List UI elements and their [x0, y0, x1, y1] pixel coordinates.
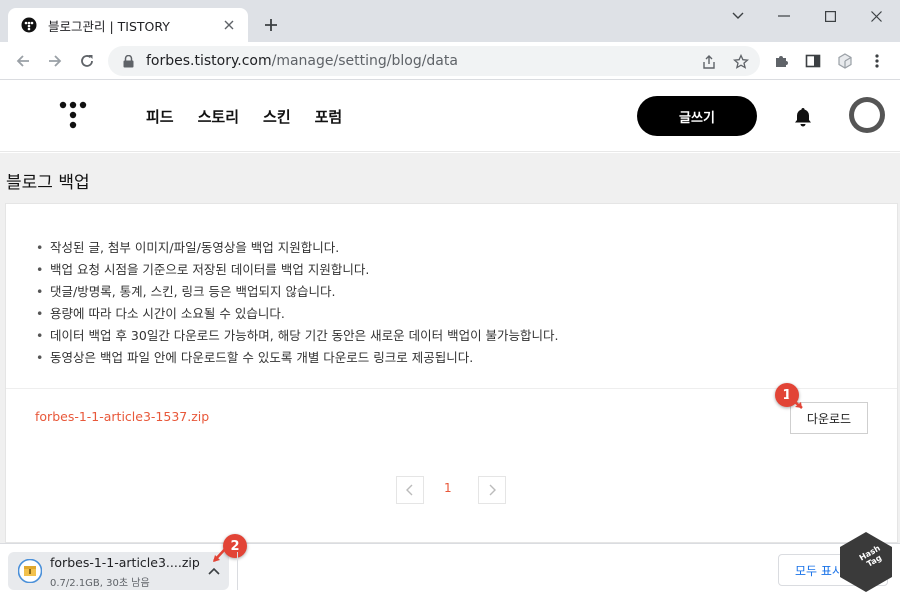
note-item: 작성된 글, 첨부 이미지/파일/동영상을 백업 지원합니다. — [36, 237, 559, 259]
nav-story[interactable]: 스토리 — [198, 106, 239, 127]
profile-icon[interactable] — [832, 48, 858, 74]
note-item: 동영상은 백업 파일 안에 다운로드할 수 있도록 개별 다운로드 링크로 제공… — [36, 347, 559, 369]
browser-tabstrip: 블로그관리 | TISTORY — [0, 0, 900, 42]
page-number-current[interactable]: 1 — [444, 481, 452, 495]
tab-title: 블로그관리 | TISTORY — [48, 18, 170, 34]
site-nav: 피드 스토리 스킨 포럼 — [146, 106, 342, 127]
annotation-arrow-icon — [788, 396, 803, 409]
note-item: 데이터 백업 후 30일간 다운로드 가능하며, 해당 기간 동안은 새로운 데… — [36, 325, 559, 347]
share-icon[interactable] — [700, 53, 718, 71]
minimize-icon[interactable] — [766, 4, 802, 28]
window-close-icon[interactable] — [858, 4, 894, 28]
divider — [6, 388, 897, 389]
prev-page-button[interactable] — [396, 476, 424, 504]
bell-icon[interactable] — [792, 106, 814, 128]
nav-feed[interactable]: 피드 — [146, 106, 174, 127]
chevron-right-icon — [489, 484, 496, 496]
close-icon[interactable] — [220, 16, 238, 34]
shelf-divider — [237, 552, 238, 590]
maximize-icon[interactable] — [812, 4, 848, 28]
site-header: 피드 스토리 스킨 포럼 글쓰기 — [0, 80, 900, 152]
browser-tab[interactable]: 블로그관리 | TISTORY — [8, 8, 248, 42]
nav-forum[interactable]: 포럼 — [315, 106, 343, 127]
page-title: 블로그 백업 — [6, 173, 90, 193]
note-item: 댓글/방명록, 통계, 스킨, 링크 등은 백업되지 않습니다. — [36, 281, 559, 303]
url-path: /manage/setting/blog/data — [271, 53, 458, 69]
chevron-up-icon[interactable] — [206, 563, 222, 579]
url-host: forbes.tistory.com — [146, 53, 272, 69]
download-status: 0.7/2.1GB, 30초 남음 — [50, 578, 150, 589]
plus-icon[interactable] — [258, 12, 284, 38]
address-bar[interactable]: forbes.tistory.com/manage/setting/blog/d… — [108, 46, 760, 76]
next-page-button[interactable] — [478, 476, 506, 504]
star-icon[interactable] — [732, 53, 750, 71]
write-button[interactable]: 글쓰기 — [637, 96, 757, 136]
sidepanel-icon[interactable] — [800, 48, 826, 74]
reload-icon[interactable] — [74, 48, 100, 74]
annotation-arrow-icon — [213, 547, 227, 562]
chevron-down-icon[interactable] — [720, 4, 756, 28]
tistory-logo-icon[interactable] — [58, 100, 88, 130]
arrow-right-icon[interactable] — [42, 48, 68, 74]
note-item: 용량에 따라 다소 시간이 소요될 수 있습니다. — [36, 303, 559, 325]
arrow-left-icon[interactable] — [10, 48, 36, 74]
download-file-name: forbes-1-1-article3....zip — [50, 555, 200, 570]
lock-icon[interactable] — [120, 53, 136, 69]
backup-notes: 작성된 글, 첨부 이미지/파일/동영상을 백업 지원합니다. 백업 요청 시점… — [36, 237, 559, 369]
puzzle-icon[interactable] — [768, 48, 794, 74]
url-text: forbes.tistory.com/manage/setting/blog/d… — [146, 53, 458, 69]
tistory-favicon-icon — [20, 16, 38, 34]
avatar-image — [854, 102, 880, 128]
note-item: 백업 요청 시점을 기준으로 저장된 데이터를 백업 지원합니다. — [36, 259, 559, 281]
backup-file-link[interactable]: forbes-1-1-article3-1537.zip — [35, 409, 209, 424]
avatar[interactable] — [849, 97, 885, 133]
nav-skin[interactable]: 스킨 — [263, 106, 291, 127]
download-item[interactable]: forbes-1-1-article3....zip 0.7/2.1GB, 30… — [8, 552, 229, 590]
browser-toolbar: forbes.tistory.com/manage/setting/blog/d… — [0, 42, 900, 80]
zip-file-icon — [17, 558, 43, 584]
chevron-left-icon — [406, 484, 413, 496]
kebab-menu-icon[interactable] — [864, 48, 890, 74]
